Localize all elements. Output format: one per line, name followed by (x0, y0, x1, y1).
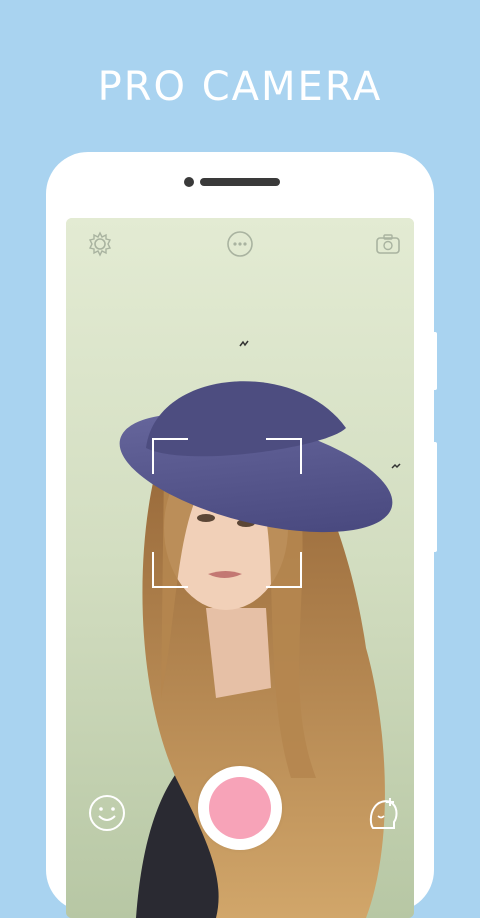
face-filter-button[interactable] (86, 792, 128, 834)
smiley-face-icon (88, 794, 126, 832)
switch-camera-icon (375, 233, 401, 255)
headline-title: PRO CAMERA (97, 64, 383, 110)
shutter-button[interactable] (198, 766, 282, 850)
more-options-icon (226, 230, 254, 258)
switch-camera-button[interactable] (374, 230, 402, 258)
focus-frame (152, 438, 302, 588)
shutter-inner (209, 777, 271, 839)
phone-frame (46, 152, 434, 918)
sticker-button[interactable] (362, 792, 404, 834)
focus-corner (266, 552, 302, 588)
camera-screen (66, 218, 414, 918)
front-camera-dot (184, 177, 194, 187)
focus-corner (266, 438, 302, 474)
phone-speaker (200, 178, 280, 186)
more-options-button[interactable] (224, 230, 256, 258)
gear-icon (87, 231, 113, 257)
focus-corner (152, 552, 188, 588)
sticker-icon (364, 794, 402, 832)
settings-button[interactable] (86, 230, 114, 258)
focus-corner (152, 438, 188, 474)
